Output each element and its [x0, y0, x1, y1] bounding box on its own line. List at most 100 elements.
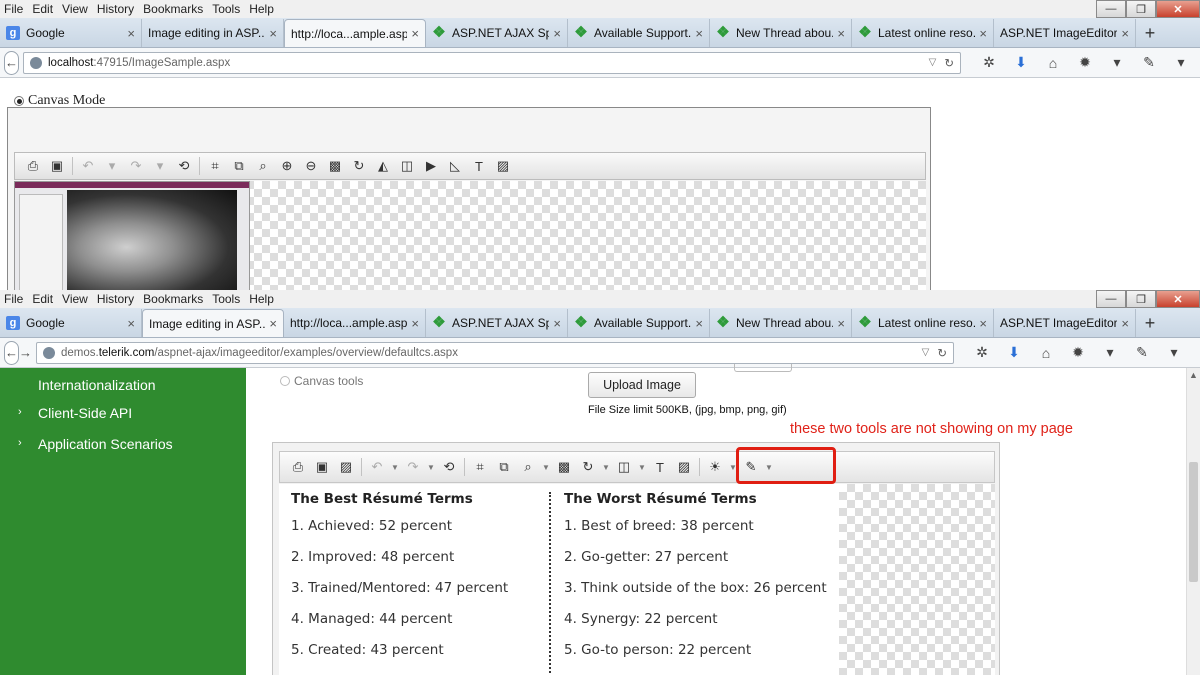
menu-help[interactable]: Help	[249, 292, 274, 306]
editor-canvas[interactable]	[14, 181, 926, 290]
address-bar[interactable]: demos. telerik.com/aspnet-ajax/imageedito…	[36, 341, 954, 364]
flip-icon[interactable]: ◫	[395, 158, 419, 174]
tab-new-thread[interactable]: ❖ New Thread abou... ×	[710, 309, 852, 337]
crop-icon[interactable]: ⌗	[468, 459, 492, 475]
upload-image-button[interactable]: Upload Image	[588, 372, 696, 398]
menu-tools[interactable]: Tools	[212, 292, 240, 306]
tab-ajax-splitter[interactable]: ❖ ASP.NET AJAX Spl... ×	[426, 19, 568, 47]
sidebar-item-internationalization[interactable]: Internationalization	[38, 377, 156, 393]
tab-latest-online[interactable]: ❖ Latest online reso... ×	[852, 19, 994, 47]
menu-edit[interactable]: Edit	[32, 292, 53, 306]
pen-icon[interactable]: ✎	[1133, 54, 1165, 71]
gear-icon[interactable]: ✲	[966, 344, 998, 361]
tab-google[interactable]: g Google ×	[0, 309, 142, 337]
tab-image-editing-active[interactable]: Image editing in ASP.... ×	[142, 309, 284, 337]
opacity-icon[interactable]: ▩	[323, 158, 347, 174]
close-tab-icon[interactable]: ×	[127, 316, 135, 331]
menu-tools[interactable]: Tools	[212, 2, 240, 16]
tab-ajax-splitter[interactable]: ❖ ASP.NET AJAX Spl... ×	[426, 309, 568, 337]
download-icon[interactable]: ⬇	[1005, 54, 1037, 71]
back-button[interactable]: ←	[4, 340, 19, 365]
editor-canvas[interactable]: The Best Résumé Terms 1. Achieved: 52 pe…	[279, 484, 995, 675]
menu-view[interactable]: View	[62, 2, 88, 16]
scroll-up-icon[interactable]: ▲	[1189, 370, 1198, 380]
menu-bookmarks[interactable]: Bookmarks	[143, 292, 203, 306]
new-tab-button[interactable]: +	[1136, 309, 1164, 337]
text-icon[interactable]: T	[467, 159, 491, 174]
undo-icon[interactable]: ↶	[76, 158, 100, 174]
insert-image-icon[interactable]: ▨	[672, 459, 696, 475]
reload-icon[interactable]: ↻	[944, 56, 954, 70]
dropdown-icon[interactable]: ▼	[636, 463, 648, 472]
close-tab-icon[interactable]: ×	[269, 316, 277, 331]
tab-image-editing[interactable]: Image editing in ASP.... ×	[142, 19, 284, 47]
scrollbar-thumb[interactable]	[1189, 462, 1198, 582]
address-bar[interactable]: localhost:47915/ImageSample.aspx ▽ ↻	[23, 51, 961, 74]
close-tab-icon[interactable]: ×	[695, 26, 703, 41]
download-icon[interactable]: ⬇	[998, 344, 1030, 361]
dropdown-icon[interactable]: ▼	[389, 463, 401, 472]
back-button[interactable]: ←	[4, 50, 19, 75]
menu-help[interactable]: Help	[249, 2, 274, 16]
menu-file[interactable]: File	[4, 292, 23, 306]
resize-icon[interactable]: ⧉	[227, 158, 251, 174]
rotate-icon[interactable]: ↻	[347, 158, 371, 174]
reset-icon[interactable]: ⟲	[437, 459, 461, 475]
menu-view[interactable]: View	[62, 292, 88, 306]
save-icon[interactable]: ▣	[310, 459, 334, 475]
dropdown-icon[interactable]: ▾	[148, 158, 172, 174]
dropdown-icon[interactable]: ▼	[540, 463, 552, 472]
canvas-tools-option[interactable]: Canvas tools	[280, 374, 363, 388]
sidebar-item-client-side-api[interactable]: Client-Side API	[38, 405, 132, 421]
menu-history[interactable]: History	[97, 292, 134, 306]
home-icon[interactable]: ⌂	[1030, 345, 1062, 361]
close-tab-icon[interactable]: ×	[269, 26, 277, 41]
dropdown-icon[interactable]: ▾	[1101, 54, 1133, 71]
close-tab-icon[interactable]: ×	[979, 316, 987, 331]
pen-icon[interactable]: ✎	[1126, 344, 1158, 361]
flip-vertical-icon[interactable]: ◭	[371, 158, 395, 174]
tab-google[interactable]: g Google ×	[0, 19, 142, 47]
hamburger-menu-icon[interactable]: ☰	[1190, 344, 1200, 361]
tab-imageeditor[interactable]: ASP.NET ImageEditor ...×	[994, 309, 1136, 337]
dropdown-icon[interactable]: ▾	[1165, 54, 1197, 71]
minimize-button[interactable]: —	[1096, 0, 1126, 18]
tab-localhost[interactable]: http://loca...ample.aspx ×	[284, 309, 426, 337]
redo-icon[interactable]: ↷	[124, 158, 148, 174]
dropdown-icon[interactable]: ▾	[100, 158, 124, 174]
close-tab-icon[interactable]: ×	[411, 316, 419, 331]
tab-available-support[interactable]: ❖ Available Support... ×	[568, 309, 710, 337]
save-icon[interactable]: ▣	[45, 158, 69, 174]
tab-new-thread[interactable]: ❖ New Thread abou... ×	[710, 19, 852, 47]
close-tab-icon[interactable]: ×	[553, 26, 561, 41]
firebug-icon[interactable]: ✹	[1069, 54, 1101, 71]
sidebar-item-application-scenarios[interactable]: Application Scenarios	[38, 436, 173, 452]
restore-button[interactable]: ❐	[1126, 0, 1156, 18]
close-window-button[interactable]: ✕	[1156, 290, 1200, 308]
brightness-icon[interactable]: ☀	[703, 459, 727, 475]
restore-button[interactable]: ❐	[1126, 290, 1156, 308]
history-dropdown-icon[interactable]: ▽	[929, 57, 937, 68]
text-icon[interactable]: T	[648, 460, 672, 475]
close-tab-icon[interactable]: ×	[127, 26, 135, 41]
shape-icon[interactable]: ◺	[443, 158, 467, 174]
menu-edit[interactable]: Edit	[32, 2, 53, 16]
firebug-icon[interactable]: ✹	[1062, 344, 1094, 361]
zoom-in-icon[interactable]: ⊕	[275, 158, 299, 174]
close-tab-icon[interactable]: ×	[837, 26, 845, 41]
minimize-button[interactable]: —	[1096, 290, 1126, 308]
close-tab-icon[interactable]: ×	[1121, 316, 1129, 331]
close-window-button[interactable]: ✕	[1156, 0, 1200, 18]
close-tab-icon[interactable]: ×	[979, 26, 987, 41]
redo-icon[interactable]: ↷	[401, 459, 425, 475]
print-icon[interactable]: ⎙	[286, 459, 310, 475]
zoom-icon[interactable]: ⌕	[516, 459, 540, 475]
reload-icon[interactable]: ↻	[937, 346, 947, 360]
zoom-icon[interactable]: ⌕	[251, 158, 275, 174]
opacity-icon[interactable]: ▩	[552, 459, 576, 475]
radio-button[interactable]	[14, 96, 24, 106]
dropdown-icon[interactable]: ▼	[600, 463, 612, 472]
close-tab-icon[interactable]: ×	[695, 316, 703, 331]
menu-bookmarks[interactable]: Bookmarks	[143, 2, 203, 16]
rotate-icon[interactable]: ↻	[576, 459, 600, 475]
